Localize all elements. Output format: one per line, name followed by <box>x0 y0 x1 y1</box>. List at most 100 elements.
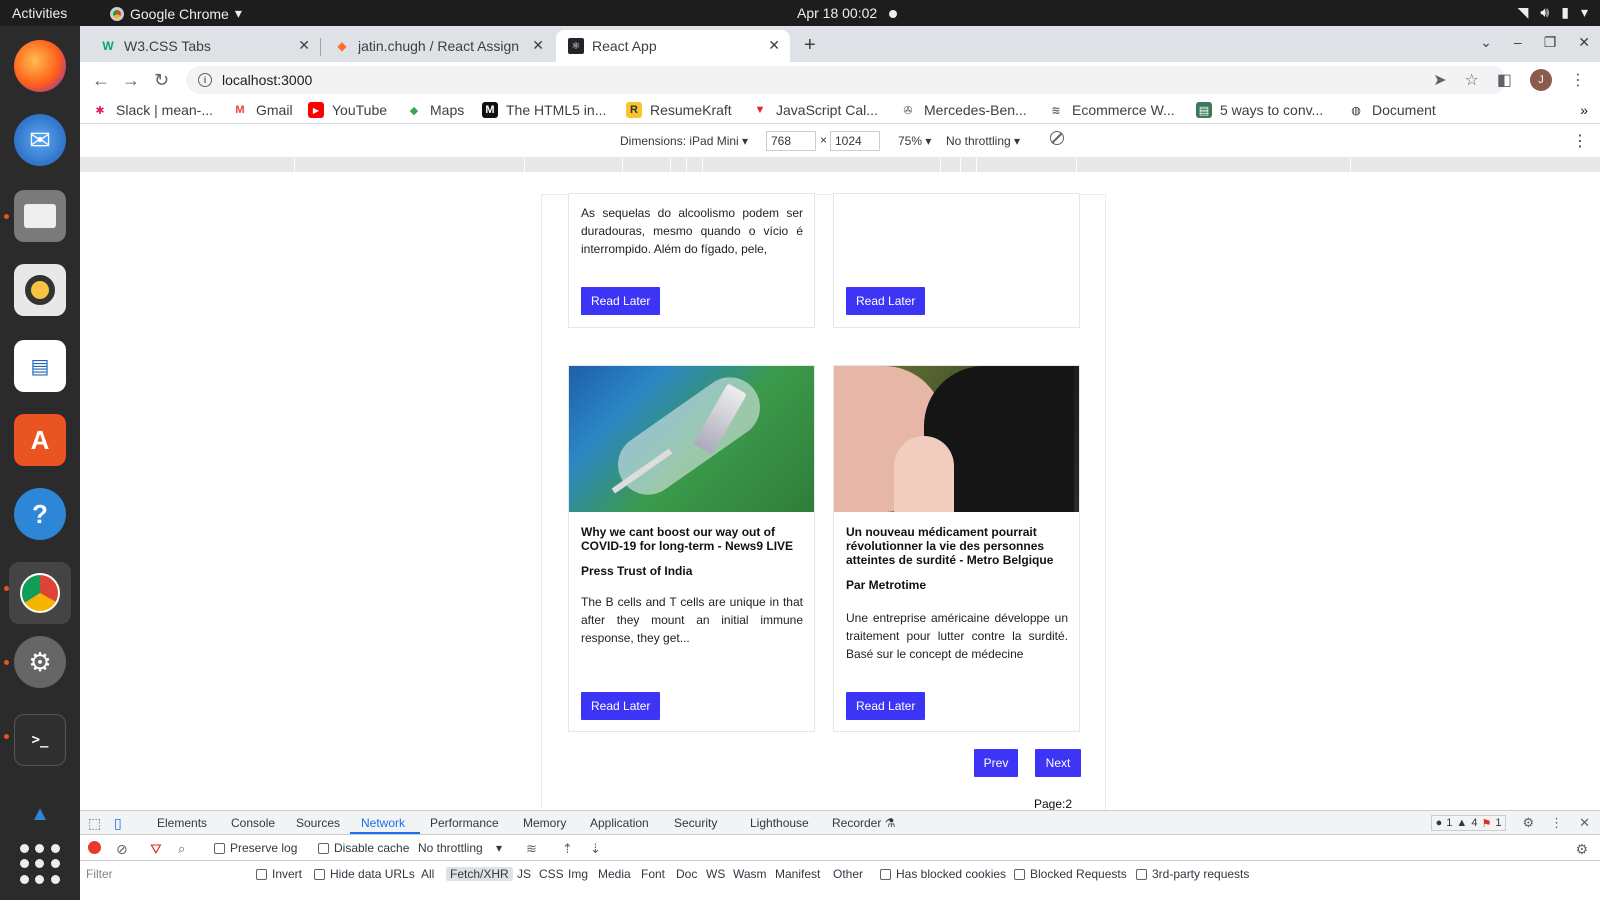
next-button[interactable]: Next <box>1035 749 1081 777</box>
tab-performance[interactable]: Performance <box>430 816 499 830</box>
tab-console[interactable]: Console <box>231 816 275 830</box>
clock[interactable]: Apr 18 00:02 <box>797 5 898 21</box>
disable-cache-checkbox[interactable]: Disable cache <box>318 841 409 855</box>
type-filter-doc[interactable]: Doc <box>676 867 697 881</box>
bookmark-maps[interactable]: ◆ Maps <box>406 102 464 118</box>
bookmark-5-ways[interactable]: ▤ 5 ways to conv... <box>1196 102 1323 118</box>
read-later-button[interactable]: Read Later <box>581 692 661 720</box>
activities-button[interactable]: Activities <box>12 5 67 21</box>
close-tab-icon[interactable]: ✕ <box>532 37 544 54</box>
type-filter-css[interactable]: CSS <box>539 867 564 881</box>
read-later-button[interactable]: Read Later <box>581 287 661 315</box>
tab-elements[interactable]: Elements <box>157 816 207 830</box>
system-tray[interactable]: ◥ 🔊︎ ▮ ▾ <box>1518 4 1588 21</box>
firefox-icon[interactable] <box>14 40 66 92</box>
show-apps-icon[interactable] <box>20 844 60 884</box>
issue-counts[interactable]: ● 1 ▲ 4 ⚑ 1 <box>1430 815 1507 831</box>
tab-gitlab[interactable]: ◆ jatin.chugh / React Assign ✕ <box>322 30 554 62</box>
forward-icon[interactable]: → <box>122 70 140 91</box>
bookmark-html5[interactable]: M The HTML5 in... <box>482 102 606 118</box>
export-har-icon[interactable]: ⇣ <box>590 841 601 857</box>
filter-icon[interactable]: ⛛ <box>150 841 162 858</box>
tab-w3css[interactable]: W W3.CSS Tabs ✕ <box>88 30 321 62</box>
third-party-requests-checkbox[interactable]: 3rd-party requests <box>1136 867 1249 881</box>
has-blocked-cookies-checkbox[interactable]: Has blocked cookies <box>880 867 1006 881</box>
tab-search-icon[interactable]: ⌄ <box>1480 34 1492 51</box>
bookmark-slack[interactable]: ✱ Slack | mean-... <box>92 102 213 118</box>
menu-kebab-icon[interactable]: ⋮ <box>1570 70 1586 90</box>
search-icon[interactable]: ⌕ <box>178 841 185 857</box>
chrome-dock-icon[interactable] <box>9 562 71 624</box>
media-query-ruler[interactable] <box>80 158 1600 172</box>
device-width-input[interactable]: 768 <box>766 131 816 151</box>
bookmark-star-icon[interactable]: ☆ <box>1465 70 1479 90</box>
new-tab-icon[interactable]: + <box>804 34 816 57</box>
device-throttling-select[interactable]: No throttling ▾ <box>946 134 1020 148</box>
close-tab-icon[interactable]: ✕ <box>768 37 780 54</box>
read-later-button[interactable]: Read Later <box>846 287 926 315</box>
device-select[interactable]: Dimensions: iPad Mini ▾ <box>620 134 748 148</box>
type-filter-fetch-xhr[interactable]: Fetch/XHR <box>446 867 513 881</box>
type-filter-manifest[interactable]: Manifest <box>775 867 820 881</box>
type-filter-ws[interactable]: WS <box>706 867 725 881</box>
settings-icon[interactable]: ⚙ <box>14 636 66 688</box>
bookmark-mercedes[interactable]: ✇ Mercedes-Ben... <box>900 102 1026 118</box>
reload-icon[interactable]: ↻ <box>154 70 169 91</box>
app-store-icon[interactable]: A <box>14 414 66 466</box>
send-icon[interactable]: ➤ <box>1433 70 1446 90</box>
close-window-icon[interactable]: ✕ <box>1578 34 1590 51</box>
app-menu[interactable]: Google Chrome ▾ <box>110 5 242 22</box>
filter-input[interactable]: Filter <box>86 867 113 881</box>
site-info-icon[interactable]: i <box>198 73 212 87</box>
inspect-element-icon[interactable]: ⬚ <box>88 815 101 832</box>
tab-security[interactable]: Security <box>674 816 717 830</box>
type-filter-wasm[interactable]: Wasm <box>733 867 767 881</box>
read-later-button[interactable]: Read Later <box>846 692 926 720</box>
profile-avatar[interactable]: J <box>1530 69 1552 91</box>
network-throttling-select[interactable]: No throttling ▾ <box>418 841 502 855</box>
tab-lighthouse[interactable]: Lighthouse <box>750 816 809 830</box>
tab-network[interactable]: Network <box>361 816 405 830</box>
address-bar[interactable]: i localhost:3000 <box>186 66 1506 94</box>
device-toggle-icon[interactable]: ▯ <box>114 815 122 832</box>
hide-data-urls-checkbox[interactable]: Hide data URLs <box>314 867 415 881</box>
record-icon[interactable] <box>88 841 101 854</box>
bookmark-javascript[interactable]: ▼ JavaScript Cal... <box>752 102 878 118</box>
type-filter-font[interactable]: Font <box>641 867 665 881</box>
thunderbird-icon[interactable]: ✉ <box>14 114 66 166</box>
bookmark-gmail[interactable]: M Gmail <box>232 102 292 118</box>
partial-app-icon[interactable]: ▲ <box>14 788 66 840</box>
files-icon[interactable] <box>14 190 66 242</box>
back-icon[interactable]: ← <box>92 70 110 91</box>
clear-icon[interactable]: ⊘ <box>116 841 128 858</box>
device-menu-kebab-icon[interactable]: ⋮ <box>1572 131 1588 151</box>
zoom-select[interactable]: 75% ▾ <box>898 134 931 148</box>
import-har-icon[interactable]: ⇡ <box>562 841 573 857</box>
maximize-icon[interactable]: ❐ <box>1544 34 1557 51</box>
bookmark-youtube[interactable]: ▶ YouTube <box>308 102 387 118</box>
close-tab-icon[interactable]: ✕ <box>298 37 310 54</box>
devtools-settings-icon[interactable]: ⚙ <box>1522 815 1534 831</box>
tab-recorder[interactable]: Recorder ⚗ <box>832 816 895 830</box>
side-panel-icon[interactable]: ◧ <box>1497 70 1512 90</box>
bookmark-ecommerce[interactable]: ≋ Ecommerce W... <box>1048 102 1174 118</box>
type-filter-js[interactable]: JS <box>517 867 531 881</box>
help-icon[interactable]: ? <box>14 488 66 540</box>
more-bookmarks-icon[interactable]: » <box>1580 102 1588 118</box>
minimize-icon[interactable]: – <box>1514 34 1522 51</box>
tab-react-app[interactable]: ⚛ React App ✕ <box>556 30 790 62</box>
network-settings-icon[interactable]: ⚙ <box>1575 841 1588 858</box>
device-height-input[interactable]: 1024 <box>830 131 880 151</box>
devtools-menu-icon[interactable]: ⋮ <box>1550 815 1563 831</box>
preserve-log-checkbox[interactable]: Preserve log <box>214 841 297 855</box>
type-filter-img[interactable]: Img <box>568 867 588 881</box>
prev-button[interactable]: Prev <box>974 749 1018 777</box>
tab-application[interactable]: Application <box>590 816 649 830</box>
bookmark-document[interactable]: ◍ Document <box>1348 102 1436 118</box>
blocked-requests-checkbox[interactable]: Blocked Requests <box>1014 867 1127 881</box>
terminal-icon[interactable]: >_ <box>14 714 66 766</box>
tab-sources[interactable]: Sources <box>296 816 340 830</box>
invert-checkbox[interactable]: Invert <box>256 867 302 881</box>
bookmark-resumekraft[interactable]: R ResumeKraft <box>626 102 732 118</box>
rotate-icon[interactable] <box>1050 131 1064 145</box>
